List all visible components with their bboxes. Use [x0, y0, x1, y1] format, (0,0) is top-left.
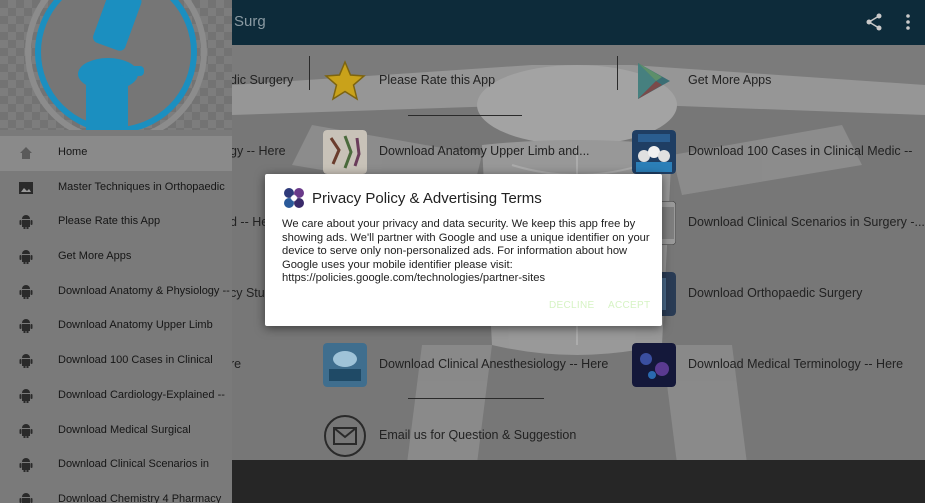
- drawer-item-chemistry-pharmacy[interactable]: Download Chemistry 4 Pharmacy: [0, 483, 232, 503]
- accept-button[interactable]: ACCEPT: [608, 300, 650, 311]
- home-icon: [20, 147, 32, 159]
- drawer-item-medical-surgical[interactable]: Download Medical Surgical: [0, 414, 232, 449]
- drawer-list: Home Master Techniques in Orthopaedic Pl…: [0, 136, 232, 503]
- drawer-item-get-more-apps[interactable]: Get More Apps: [0, 240, 232, 275]
- drawer-item-label: Master Techniques in Orthopaedic: [58, 180, 225, 193]
- drawer-item-label: Download Cardiology-Explained --: [58, 388, 225, 401]
- android-icon: [19, 492, 33, 503]
- android-icon: [19, 458, 33, 473]
- drawer-header: [0, 0, 232, 130]
- app-logo-icon: [284, 188, 304, 208]
- drawer-item-rate-app[interactable]: Please Rate this App: [0, 205, 232, 240]
- drawer-item-label: Please Rate this App: [58, 215, 161, 228]
- drawer-item-anatomy-upper-limb[interactable]: Download Anatomy Upper Limb: [0, 309, 232, 344]
- drawer-item-label: Download Anatomy Upper Limb: [58, 319, 213, 332]
- decline-button[interactable]: DECLINE: [549, 300, 594, 311]
- android-icon: [19, 215, 33, 230]
- navigation-drawer: Home Master Techniques in Orthopaedic Pl…: [0, 0, 232, 503]
- drawer-item-label: Download 100 Cases in Clinical: [58, 354, 213, 367]
- drawer-item-clinical-scenarios[interactable]: Download Clinical Scenarios in: [0, 448, 232, 483]
- app-logo-icon: [0, 0, 232, 130]
- android-icon: [19, 319, 33, 334]
- drawer-item-label: Download Chemistry 4 Pharmacy: [58, 492, 222, 503]
- dialog-title: Privacy Policy & Advertising Terms: [312, 190, 542, 207]
- drawer-item-label: Download Medical Surgical: [58, 423, 191, 436]
- drawer-item-home[interactable]: Home: [0, 136, 232, 171]
- android-icon: [19, 250, 33, 265]
- dialog-body: We care about your privacy and data secu…: [282, 218, 650, 285]
- privacy-dialog: Privacy Policy & Advertising Terms We ca…: [265, 174, 662, 326]
- drawer-item-label: Get More Apps: [58, 250, 132, 263]
- drawer-item-label: Home: [58, 146, 88, 158]
- drawer-item-anatomy-physiology[interactable]: Download Anatomy & Physiology --: [0, 275, 232, 310]
- android-icon: [19, 284, 33, 299]
- drawer-item-100-cases[interactable]: Download 100 Cases in Clinical: [0, 344, 232, 379]
- android-icon: [19, 388, 33, 403]
- drawer-item-cardiology[interactable]: Download Cardiology-Explained --: [0, 379, 232, 414]
- drawer-item-master-techniques[interactable]: Master Techniques in Orthopaedic: [0, 171, 232, 206]
- drawer-item-label: Download Anatomy & Physiology --: [58, 284, 230, 297]
- android-icon: [19, 354, 33, 369]
- android-icon: [19, 423, 33, 438]
- image-icon: [19, 181, 33, 194]
- drawer-item-label: Download Clinical Scenarios in: [58, 458, 210, 471]
